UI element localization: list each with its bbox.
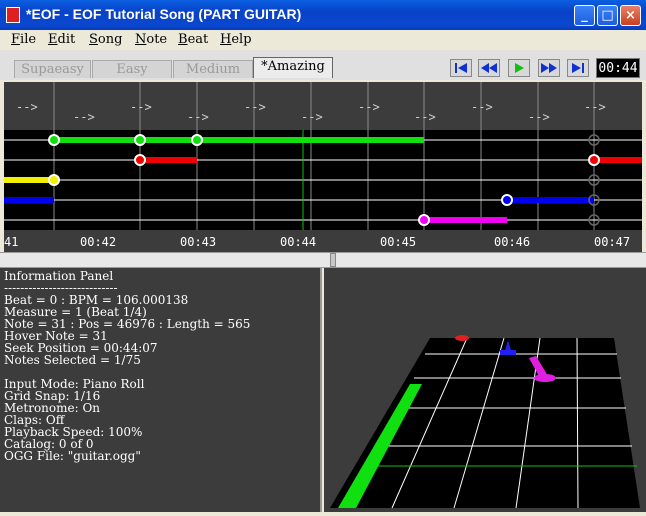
menu-beat[interactable]: Beat [178, 32, 208, 47]
note-lanes [4, 82, 642, 230]
menu-song[interactable]: Song [89, 32, 122, 47]
fretboard-3d [330, 335, 640, 509]
minimize-button[interactable]: _ [574, 5, 595, 26]
play-button[interactable] [508, 59, 530, 77]
scrollbar-thumb[interactable] [330, 253, 336, 267]
yellow-note[interactable] [48, 174, 60, 186]
close-button[interactable]: × [620, 5, 641, 26]
menu-bar: File Edit Song Note Beat Help [0, 30, 646, 50]
green-note[interactable] [48, 134, 60, 146]
piano-roll-editor[interactable]: --> --> --> --> --> --> --> --> --> --> … [4, 82, 642, 252]
tab-easy[interactable]: Easy [92, 60, 172, 78]
time-label: 00:47 [594, 235, 631, 249]
fast-forward-icon [541, 63, 557, 73]
tab-amazing[interactable]: *Amazing [253, 57, 333, 78]
red-sustain-2 [594, 157, 642, 163]
tab-supaeasy[interactable]: Supaeasy [14, 60, 91, 78]
fast-forward-button[interactable] [538, 59, 560, 77]
red-gem-3d [455, 335, 469, 341]
blue-sustain-2 [507, 197, 594, 203]
beat-marker: --> [301, 110, 323, 124]
time-label: 00:44 [280, 235, 317, 249]
skip-back-icon [455, 63, 467, 73]
purple-sustain [424, 217, 507, 223]
red-note[interactable] [588, 154, 600, 166]
fretboard [330, 338, 640, 508]
blue-gem-base [500, 350, 516, 355]
beat-marker: --> [73, 110, 95, 124]
green-note[interactable] [134, 134, 146, 146]
blue-note[interactable] [501, 194, 513, 206]
rewind-button[interactable] [478, 59, 500, 77]
information-panel: Information Panel ----------------------… [0, 268, 322, 512]
eof-window: *EOF - EOF Tutorial Song (PART GUITAR) _… [0, 0, 646, 512]
beat-marker: --> [358, 100, 380, 114]
time-label: 41 [4, 235, 19, 249]
time-label: 00:46 [494, 235, 531, 249]
info-line: Notes Selected = 1/75 [4, 353, 141, 367]
menu-note[interactable]: Note [135, 32, 167, 47]
timeline-scrollbar[interactable] [0, 252, 646, 268]
blue-sustain [4, 197, 54, 203]
window-title: *EOF - EOF Tutorial Song (PART GUITAR) [26, 6, 302, 22]
info-line: OGG File: "guitar.ogg" [4, 449, 141, 463]
green-note[interactable] [191, 134, 203, 146]
beat-marker: --> [414, 110, 436, 124]
3d-preview [324, 268, 646, 512]
time-label: 00:42 [80, 235, 117, 249]
time-display: 00:44 [596, 58, 640, 78]
maximize-button[interactable]: □ [597, 5, 618, 26]
yellow-sustain [4, 177, 54, 183]
purple-gem-3d [534, 374, 556, 382]
rewind-to-start-button[interactable] [450, 59, 472, 77]
red-note[interactable] [134, 154, 146, 166]
beat-marker: --> [584, 100, 606, 114]
beat-marker: --> [187, 110, 209, 124]
purple-note[interactable] [418, 214, 430, 226]
beat-marker: --> [528, 110, 550, 124]
red-sustain [140, 157, 197, 163]
beat-marker: --> [471, 100, 493, 114]
beat-marker: --> [130, 100, 152, 114]
app-icon [6, 7, 20, 23]
play-icon [515, 63, 524, 73]
time-label: 00:43 [180, 235, 217, 249]
seek-end-button[interactable] [567, 59, 589, 77]
rewind-icon [481, 63, 497, 73]
menu-file[interactable]: File [11, 32, 36, 47]
menu-edit[interactable]: Edit [48, 32, 75, 47]
tab-medium[interactable]: Medium [173, 60, 253, 78]
time-label: 00:45 [380, 235, 417, 249]
menu-help[interactable]: Help [220, 32, 252, 47]
green-sustain [54, 137, 424, 143]
title-bar[interactable]: *EOF - EOF Tutorial Song (PART GUITAR) _… [0, 0, 646, 30]
beat-marker: --> [16, 100, 38, 114]
beat-marker: --> [244, 100, 266, 114]
skip-forward-icon [572, 63, 584, 73]
